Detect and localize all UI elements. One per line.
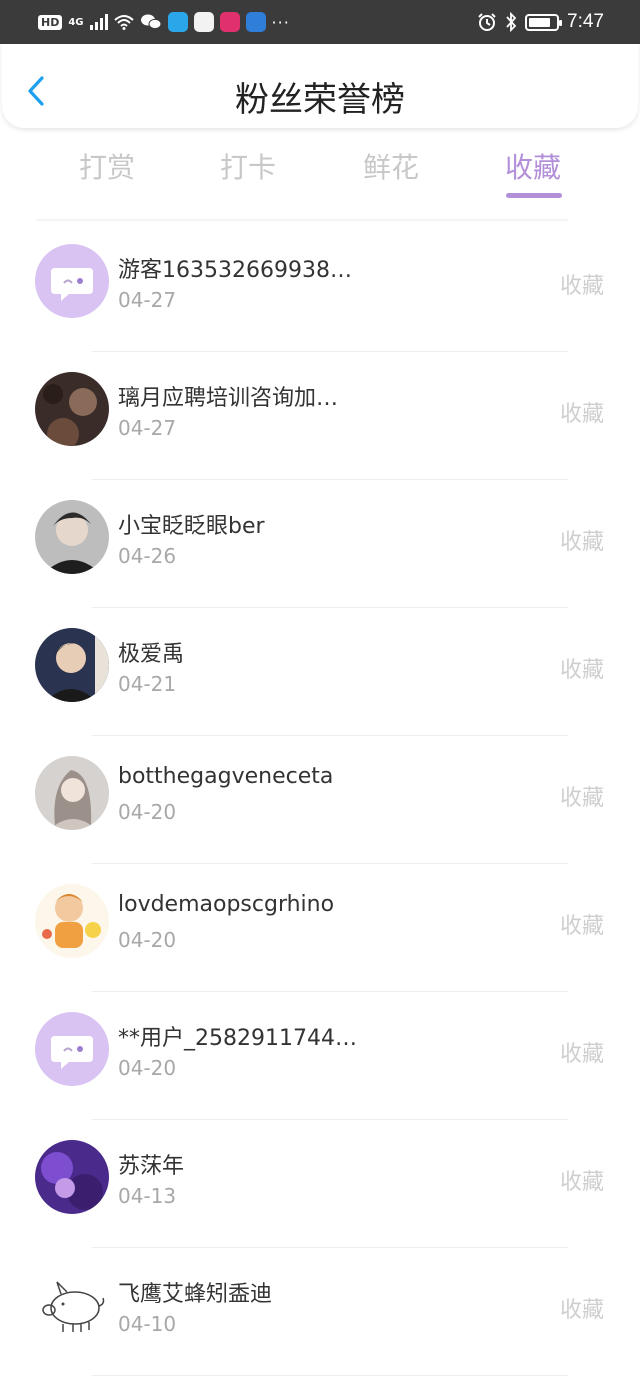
fan-date: 04-26: [118, 544, 177, 568]
fan-list: 游客163532669938… 04-27 收藏 璃月应聘培训咨询加… 04-2…: [0, 224, 640, 1376]
page-title: 粉丝荣誉榜: [235, 80, 405, 120]
list-item[interactable]: 璃月应聘培训咨询加… 04-27 收藏: [0, 352, 640, 480]
fan-name: 飞鹰艾蜂矧盉迪: [118, 1282, 273, 1307]
list-item[interactable]: 小宝眨眨眼ber 04-26 收藏: [0, 480, 640, 608]
fan-date: 04-20: [118, 1056, 177, 1080]
fan-name: 极爱禹: [118, 642, 185, 667]
wechat-icon: [140, 14, 162, 30]
list-item[interactable]: lovdemaopscgrhino 04-20 收藏: [0, 864, 640, 992]
fan-date: 04-10: [118, 1312, 177, 1336]
weather-app-icon: [245, 12, 266, 32]
status-bar-right: 7:47: [477, 0, 604, 44]
fan-name: 璃月应聘培训咨询加…: [118, 386, 339, 411]
pig-sketch-avatar-icon: [35, 1268, 109, 1342]
search-app-icon: [167, 12, 188, 32]
signal-icon: [89, 14, 108, 30]
action-label: 收藏: [559, 1298, 604, 1323]
avatar: [35, 1012, 109, 1086]
list-item[interactable]: **用户_2582911744… 04-20 收藏: [0, 992, 640, 1120]
list-item[interactable]: 苏莯年 04-13 收藏: [0, 1120, 640, 1248]
wifi-icon: [113, 15, 134, 30]
row-divider: [92, 1375, 568, 1376]
photo-avatar-icon: [35, 756, 109, 830]
shopping-bag-icon: [193, 12, 214, 32]
photo-avatar-icon: [35, 1140, 109, 1214]
fan-name: lovdemaopscgrhino: [118, 892, 335, 917]
fan-name: botthegagveneceta: [118, 764, 334, 789]
cartoon-avatar-icon: [35, 884, 109, 958]
avatar: [35, 1268, 109, 1342]
hd-badge: HD: [38, 14, 63, 30]
avatar: [35, 756, 109, 830]
nav-header: 粉丝荣誉榜: [2, 44, 638, 128]
bluetooth-icon: [506, 12, 517, 32]
status-bar: HD 4G ··· 7:47: [0, 0, 640, 44]
battery-icon: [525, 13, 563, 31]
fan-date: 04-27: [118, 288, 177, 312]
tab-flowers[interactable]: 鲜花: [341, 146, 441, 186]
alarm-icon: [478, 13, 496, 31]
tab-checkin[interactable]: 打卡: [198, 146, 298, 186]
store-app-icon: [219, 12, 240, 32]
fan-date: 04-27: [118, 416, 177, 440]
tab-bar: 打赏 打卡 鲜花 收藏: [0, 146, 640, 202]
action-label: 收藏: [559, 658, 604, 683]
photo-avatar-icon: [35, 372, 109, 446]
avatar: [35, 628, 109, 702]
chat-bubble-avatar-icon: [35, 1012, 109, 1086]
avatar: [35, 884, 109, 958]
status-time: 7:47: [567, 11, 604, 32]
fan-name: **用户_2582911744…: [118, 1026, 357, 1051]
active-tab-indicator: [506, 193, 562, 198]
avatar: [35, 1140, 109, 1214]
fan-name: 游客163532669938…: [118, 258, 352, 283]
avatar: [35, 500, 109, 574]
action-label: 收藏: [559, 274, 604, 299]
fan-date: 04-13: [118, 1184, 177, 1208]
photo-avatar-icon: [35, 500, 109, 574]
chat-bubble-avatar-icon: [35, 244, 109, 318]
list-item[interactable]: 飞鹰艾蜂矧盉迪 04-10 收藏: [0, 1248, 640, 1376]
fan-date: 04-21: [118, 672, 177, 696]
battery-level: [529, 17, 550, 27]
action-label: 收藏: [559, 1170, 604, 1195]
action-label: 收藏: [559, 914, 604, 939]
tab-favorites-label: 收藏: [504, 151, 561, 184]
list-item[interactable]: 游客163532669938… 04-27 收藏: [0, 224, 640, 352]
tabs-divider: [36, 219, 568, 221]
fan-name: 苏莯年: [118, 1154, 185, 1179]
status-bar-left: HD 4G ···: [38, 0, 290, 44]
fan-date: 04-20: [118, 800, 177, 824]
more-notifications: ···: [271, 12, 290, 32]
list-item[interactable]: 极爱禹 04-21 收藏: [0, 608, 640, 736]
tab-tip[interactable]: 打赏: [57, 146, 157, 186]
network-type: 4G: [68, 16, 84, 28]
avatar: [35, 244, 109, 318]
action-label: 收藏: [559, 530, 604, 555]
action-label: 收藏: [559, 402, 604, 427]
fan-name: 小宝眨眨眼ber: [118, 514, 265, 539]
photo-avatar-icon: [35, 628, 109, 702]
list-item[interactable]: botthegagveneceta 04-20 收藏: [0, 736, 640, 864]
avatar: [35, 372, 109, 446]
action-label: 收藏: [559, 786, 604, 811]
fan-date: 04-20: [118, 928, 177, 952]
action-label: 收藏: [559, 1042, 604, 1067]
tab-favorites[interactable]: 收藏: [483, 146, 583, 198]
